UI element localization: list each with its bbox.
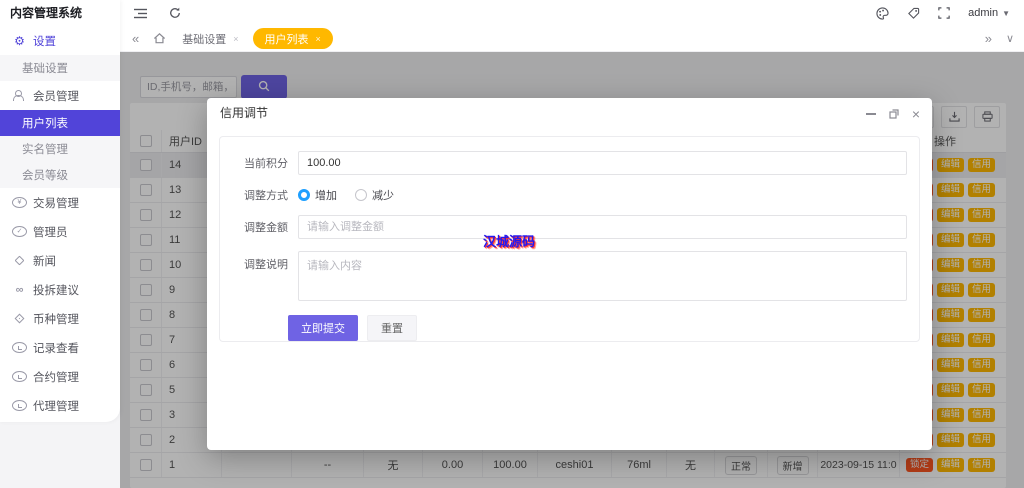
modal-title: 信用调节: [220, 106, 269, 120]
submit-button[interactable]: 立即提交: [288, 315, 358, 341]
tabbar: « 基础设置 × 用户列表 × » ∨: [120, 26, 1024, 52]
tag-icon[interactable]: [907, 7, 920, 20]
clock-icon: [12, 371, 27, 382]
sidebar-item-administrator[interactable]: 管理员: [0, 217, 120, 246]
gem-icon: [14, 313, 25, 324]
user-icon: [12, 90, 27, 101]
close-icon[interactable]: ×: [912, 107, 920, 121]
tab-user-list[interactable]: 用户列表 ×: [252, 28, 333, 49]
chevron-down-icon: ▼: [1002, 8, 1010, 18]
tabs-scroll-right-icon[interactable]: »: [985, 31, 992, 46]
minimize-icon[interactable]: [865, 112, 876, 115]
tabs-scroll-left-icon[interactable]: «: [132, 31, 139, 46]
sidebar-item-realname-management[interactable]: 实名管理: [0, 136, 120, 162]
radio-unselected-icon: [355, 189, 367, 201]
feedback-icon: [12, 284, 27, 296]
gear-icon: [12, 34, 27, 48]
clock-icon: [12, 342, 27, 353]
sidebar-item-basic-settings[interactable]: 基础设置: [0, 55, 120, 81]
sidebar-item-transaction-management[interactable]: 交易管理: [0, 188, 120, 217]
sidebar-item-currency-management[interactable]: 币种管理: [0, 304, 120, 333]
tag-icon: [14, 255, 25, 266]
current-points-input[interactable]: [298, 151, 907, 175]
transaction-icon: [12, 197, 27, 208]
sidebar-item-record-view[interactable]: 记录查看: [0, 333, 120, 362]
sidebar-item-member-management[interactable]: 会员管理: [0, 81, 120, 110]
close-icon[interactable]: ×: [316, 34, 321, 44]
sidebar-item-settings[interactable]: 设置: [0, 26, 120, 55]
adjust-amount-input[interactable]: [298, 215, 907, 239]
sidebar-item-agent-management[interactable]: 代理管理: [0, 391, 120, 420]
radio-increase[interactable]: 增加: [298, 187, 337, 203]
note-label: 调整说明: [244, 259, 288, 271]
radio-selected-icon: [298, 189, 310, 201]
credit-adjust-modal: 信用调节 × 当前积分 调整方式 增加 减少: [207, 98, 932, 450]
tab-basic-settings[interactable]: 基础设置 ×: [182, 28, 238, 49]
sidebar-item-news[interactable]: 新闻: [0, 246, 120, 275]
watermark-text: 汉城源码: [483, 234, 536, 249]
collapse-menu-icon[interactable]: [134, 8, 147, 19]
sidebar-item-contract-management[interactable]: 合约管理: [0, 362, 120, 391]
sidebar-item-user-list[interactable]: 用户列表: [0, 110, 120, 136]
app-logo: 内容管理系统: [10, 6, 83, 20]
clock-icon: [12, 400, 27, 411]
points-label: 当前积分: [244, 158, 288, 170]
topbar: admin ▼: [120, 0, 1024, 26]
credit-adjust-form: 当前积分 调整方式 增加 减少 调整金额 调整说明: [219, 136, 920, 342]
user-menu[interactable]: admin ▼: [968, 7, 1010, 19]
fullscreen-icon[interactable]: [938, 7, 950, 19]
tabs-menu-icon[interactable]: ∨: [1006, 32, 1014, 45]
method-label: 调整方式: [244, 190, 288, 202]
theme-icon[interactable]: [876, 6, 889, 20]
close-icon[interactable]: ×: [233, 34, 238, 44]
maximize-icon[interactable]: [889, 108, 899, 119]
reset-button[interactable]: 重置: [367, 315, 417, 341]
sidebar: 内容管理系统 设置 基础设置 会员管理 用户列表 实名管理 会员等级 交易管理 …: [0, 0, 120, 422]
sidebar-item-feedback[interactable]: 投拆建议: [0, 275, 120, 304]
username: admin: [968, 7, 999, 19]
amount-label: 调整金额: [244, 222, 288, 234]
adjust-note-textarea[interactable]: [298, 251, 907, 301]
refresh-icon[interactable]: [169, 7, 181, 19]
radio-decrease[interactable]: 减少: [355, 187, 394, 203]
home-icon[interactable]: [153, 32, 166, 45]
sidebar-item-member-level[interactable]: 会员等级: [0, 162, 120, 188]
check-circle-icon: [12, 226, 27, 237]
